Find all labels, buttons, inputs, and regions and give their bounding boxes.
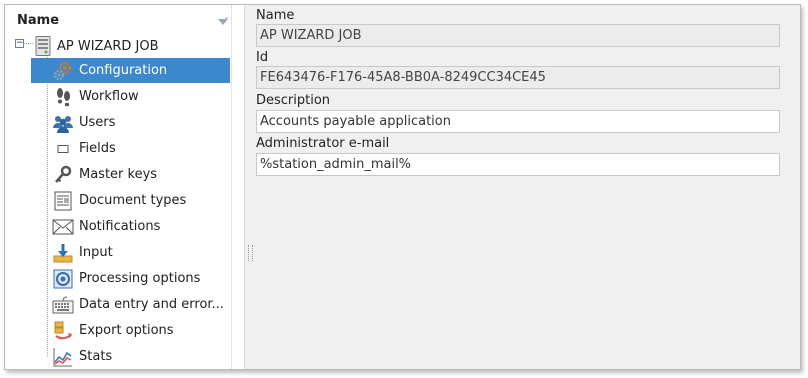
tree-item-label: Configuration (79, 63, 168, 78)
properties-panel: Name AP WIZARD JOB Id FE643476-F176-45A8… (245, 5, 800, 369)
stats-chart-icon (52, 346, 74, 368)
tree-item-label: Data entry and error... (79, 297, 224, 312)
name-field[interactable]: AP WIZARD JOB (256, 24, 780, 47)
gears-icon (52, 60, 74, 82)
processing-icon (52, 268, 74, 290)
envelope-icon (52, 216, 74, 238)
field-box-icon (52, 138, 74, 160)
users-icon (52, 112, 74, 134)
keyboard-icon (52, 294, 74, 316)
tree-item-label: Notifications (79, 219, 161, 234)
tree-item-master-keys[interactable]: Master keys (31, 162, 230, 187)
tree-item-label: Export options (79, 323, 174, 338)
tree-item-label: Fields (79, 141, 116, 156)
tree-item-label: Processing options (79, 271, 201, 286)
tree-item-label: Workflow (79, 89, 139, 104)
input-tray-icon (52, 242, 74, 264)
server-icon (35, 36, 51, 56)
sort-icon[interactable] (217, 17, 229, 27)
tree-item-label: Document types (79, 193, 187, 208)
description-field[interactable]: Accounts payable application (256, 110, 780, 133)
tree-item-workflow[interactable]: Workflow (31, 84, 230, 109)
tree-item-notifications[interactable]: Notifications (31, 214, 230, 239)
tree-item-users[interactable]: Users (31, 110, 230, 135)
tree-item-fields[interactable]: Fields (31, 136, 230, 161)
tree-item-document-types[interactable]: Document types (31, 188, 230, 213)
tree-item-processing-options[interactable]: Processing options (31, 266, 230, 291)
admin-email-field[interactable]: %station_admin_mail% (256, 153, 780, 176)
tree-header-label: Name (17, 13, 60, 28)
tree-root-node[interactable]: AP WIZARD JOB (35, 34, 159, 58)
collapse-toggle[interactable]: − (15, 39, 24, 48)
tree-root-label: AP WIZARD JOB (57, 38, 159, 54)
tree-item-export-options[interactable]: Export options (31, 318, 230, 343)
tree-item-label: Input (79, 245, 113, 260)
tree-item-label: Users (79, 115, 116, 130)
tree-panel: Name − AP WIZARD JOB Configuration Workf… (5, 5, 245, 369)
description-label: Description (256, 93, 331, 108)
footprints-icon (52, 86, 74, 108)
tree-item-stats[interactable]: Stats (31, 344, 230, 369)
tree-column-header[interactable]: Name (17, 13, 235, 35)
tree-item-data-entry[interactable]: Data entry and error... (31, 292, 230, 317)
tree-item-configuration[interactable]: Configuration (31, 58, 230, 83)
export-icon (52, 320, 74, 342)
column-separator[interactable] (231, 5, 232, 369)
tree-item-label: Master keys (79, 167, 158, 182)
id-field[interactable]: FE643476-F176-45A8-BB0A-8249CC34CE45 (256, 66, 780, 89)
name-label: Name (256, 8, 295, 23)
key-icon (52, 164, 74, 186)
tree-item-label: Stats (79, 349, 113, 364)
splitter-grip[interactable] (248, 245, 253, 261)
admin-email-label: Administrator e-mail (256, 136, 390, 151)
job-configuration-window: Name − AP WIZARD JOB Configuration Workf… (4, 4, 801, 370)
document-types-icon (52, 190, 74, 212)
tree-item-input[interactable]: Input (31, 240, 230, 265)
id-label: Id (256, 50, 269, 65)
